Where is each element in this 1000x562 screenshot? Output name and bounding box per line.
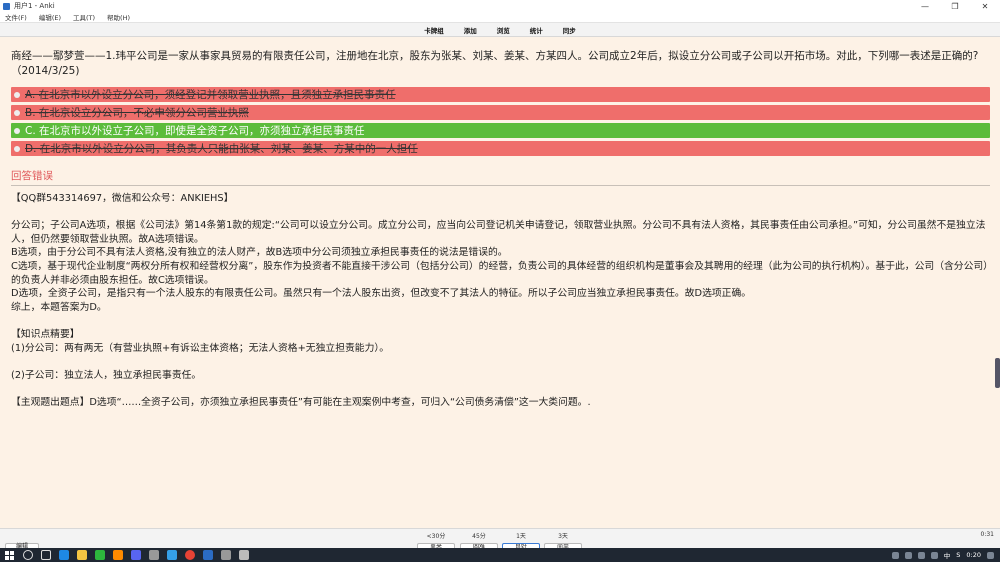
tray-icon[interactable]	[891, 551, 899, 559]
review-bottom-bar: 编辑 <30分 45分 1天 3天 重来 困难 良好 简单 0:31	[0, 528, 1000, 551]
windows-taskbar: 中 S 0:20	[0, 548, 1000, 562]
minimize-button[interactable]: —	[910, 0, 940, 12]
menu-file[interactable]: 文件(F)	[5, 12, 27, 22]
app-icon[interactable]	[221, 550, 231, 560]
radio-icon	[14, 91, 20, 98]
answer-divider	[11, 185, 990, 186]
app-icon[interactable]	[113, 550, 123, 560]
notification-icon[interactable]	[987, 551, 994, 559]
option-text: A. 在北京市以外设立分公司，须经登记并领取营业执照，且须独立承担民事责任	[25, 89, 396, 101]
explanation-line: 【QQ群543314697，微信和公众号：ANKIEHS】	[11, 193, 234, 204]
menu-bar: 文件(F) 编辑(E) 工具(T) 帮助(H)	[0, 12, 1000, 23]
explanation: 【QQ群543314697，微信和公众号：ANKIEHS】 分公司；子公司A选项…	[11, 192, 991, 410]
search-icon[interactable]	[23, 550, 33, 560]
answer-verdict: 回答错误	[11, 170, 53, 182]
toolbar-browse[interactable]: 浏览	[497, 25, 510, 35]
option-a[interactable]: A. 在北京市以外设立分公司，须经登记并领取营业执照，且须独立承担民事责任	[11, 87, 990, 102]
ime-indicator[interactable]: S	[956, 551, 960, 559]
app-icon[interactable]	[131, 550, 141, 560]
chrome-icon[interactable]	[185, 550, 195, 560]
maximize-button[interactable]: ❐	[940, 0, 970, 12]
window-title: 用户1 - Anki	[14, 2, 55, 10]
radio-icon	[14, 127, 20, 134]
app-icon[interactable]	[239, 550, 249, 560]
tray-icon[interactable]	[904, 551, 912, 559]
close-button[interactable]: ✕	[970, 0, 1000, 12]
wechat-icon[interactable]	[95, 550, 105, 560]
option-b[interactable]: B. 在北京设立分公司，不必申领分公司营业执照	[11, 105, 990, 120]
title-bar: 用户1 - Anki — ❐ ✕	[0, 0, 1000, 12]
explanation-line: C选项，基于现代企业制度“两权分所有权和经营权分离”，股东作为投资者不能直接干涉…	[11, 260, 989, 286]
explanation-line: 综上，本题答案为D。	[11, 301, 107, 313]
scrollbar-handle[interactable]	[995, 358, 1000, 388]
option-text: B. 在北京设立分公司，不必申领分公司营业执照	[25, 107, 249, 119]
toolbar-stats[interactable]: 统计	[530, 25, 543, 35]
toolbar-decks[interactable]: 卡牌组	[424, 25, 444, 35]
option-d[interactable]: D. 在北京市以外设立分公司，其负责人只能由张某、刘某、姜某、方某中的一人担任	[11, 141, 990, 156]
option-text: C. 在北京市以外设立子公司，即使是全资子公司，亦须独立承担民事责任	[25, 125, 365, 137]
main-toolbar: 卡牌组 添加 浏览 统计 同步	[0, 23, 1000, 37]
menu-edit[interactable]: 编辑(E)	[39, 12, 61, 22]
explanation-line	[11, 355, 991, 369]
input-language[interactable]: 中	[944, 550, 951, 560]
explanation-line: (1)分公司：两有两无（有营业执照+有诉讼主体资格；无法人资格+无独立担责能力）…	[11, 342, 390, 354]
question-text: 商经——鄢梦萱——1.玮平公司是一家从事家具贸易的有限责任公司，注册地在北京，股…	[11, 50, 979, 77]
menu-help[interactable]: 帮助(H)	[107, 12, 130, 22]
file-explorer-icon[interactable]	[77, 550, 87, 560]
anki-app-icon	[3, 2, 10, 10]
interval-again: <30分	[426, 533, 446, 540]
system-tray: 中 S 0:20	[891, 548, 994, 562]
explanation-line: (2)子公司：独立法人，独立承担民事责任。	[11, 369, 202, 381]
volume-icon[interactable]	[930, 551, 938, 559]
task-view-icon[interactable]	[41, 550, 51, 560]
edge-browser-icon[interactable]	[59, 550, 69, 560]
toolbar-add[interactable]: 添加	[464, 25, 477, 35]
interval-easy: 3天	[558, 533, 568, 540]
start-icon[interactable]	[3, 549, 15, 561]
option-c[interactable]: C. 在北京市以外设立子公司，即使是全资子公司，亦须独立承担民事责任	[11, 123, 990, 138]
explanation-line	[11, 314, 991, 328]
card-timer: 0:31	[980, 531, 994, 538]
app-icon[interactable]	[167, 550, 177, 560]
explanation-line	[11, 382, 991, 396]
explanation-line: B选项，由于分公司不具有法人资格,没有独立的法人财产，故B选项中分公司须独立承担…	[11, 247, 508, 259]
network-icon[interactable]	[917, 551, 925, 559]
explanation-line: 分公司；子公司A选项，根据《公司法》第14条第1款的规定:“公司可以设立分公司。…	[11, 220, 986, 245]
radio-icon	[14, 145, 20, 152]
toolbar-sync[interactable]: 同步	[563, 25, 576, 35]
anki-taskbar-icon[interactable]	[203, 550, 213, 560]
menu-tools[interactable]: 工具(T)	[73, 12, 95, 22]
explanation-line: 【知识点精要】	[11, 328, 80, 340]
interval-hard: 45分	[472, 533, 486, 540]
app-icon[interactable]	[149, 550, 159, 560]
explanation-line	[11, 206, 991, 220]
option-text: D. 在北京市以外设立分公司，其负责人只能由张某、刘某、姜某、方某中的一人担任	[25, 143, 418, 155]
explanation-line: D选项，全资子公司，是指只有一个法人股东的有限责任公司。虽然只有一个法人股东出资…	[11, 288, 752, 300]
interval-good: 1天	[516, 533, 526, 540]
clock[interactable]: 0:20	[966, 551, 981, 559]
card-view: 商经——鄢梦萱——1.玮平公司是一家从事家具贸易的有限责任公司，注册地在北京，股…	[0, 38, 1000, 528]
explanation-line: 【主观题出题点】D选项“……全资子公司，亦须独立承担民事责任”有可能在主观案例中…	[11, 396, 591, 408]
radio-icon	[14, 109, 20, 116]
